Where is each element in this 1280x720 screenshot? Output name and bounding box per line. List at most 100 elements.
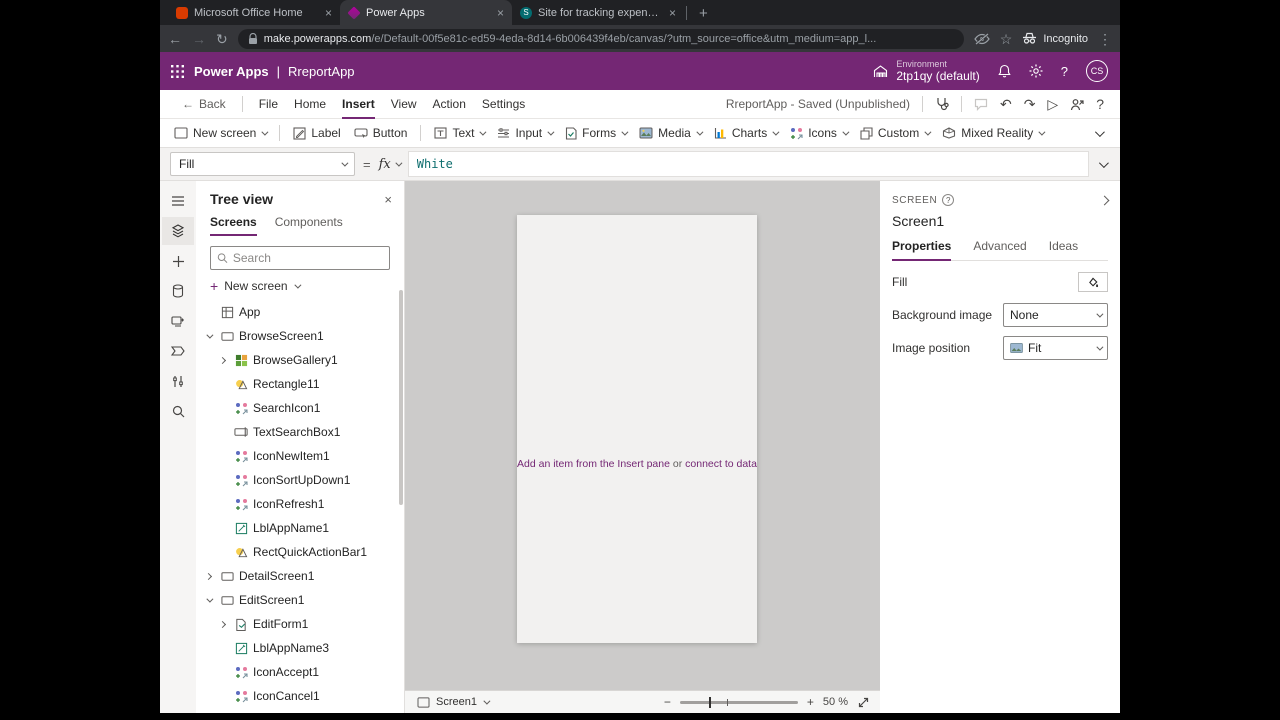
tree-item-icon-control[interactable]: SearchIcon1 [196, 396, 404, 420]
redo-icon[interactable]: ↷ [1024, 96, 1036, 113]
custom-menu[interactable]: Custom [860, 126, 932, 140]
tab-screens[interactable]: Screens [210, 215, 257, 236]
chevron-collapsed-icon[interactable] [218, 356, 227, 364]
media-menu[interactable]: Media [639, 126, 704, 140]
canvas-workspace[interactable]: Add an item from the Insert pane or conn… [405, 181, 880, 713]
menu-insert[interactable]: Insert [342, 95, 375, 119]
zoom-slider-handle[interactable] [708, 696, 712, 708]
reload-icon[interactable]: ↻ [216, 32, 228, 46]
comments-icon[interactable] [974, 98, 988, 111]
chevron-collapsed-icon[interactable] [218, 620, 227, 628]
new-screen-button[interactable]: New screen [174, 126, 269, 140]
chevron-expanded-icon[interactable] [206, 331, 214, 339]
new-tab-button[interactable]: + [693, 5, 714, 22]
screen-selector[interactable]: Screen1 [417, 696, 491, 708]
mixed-reality-menu[interactable]: Mixed Reality [942, 126, 1046, 140]
image-position-select[interactable]: Fit [1003, 336, 1108, 360]
menu-home[interactable]: Home [294, 95, 326, 113]
tree-item-screen[interactable]: DetailScreen1 [196, 564, 404, 588]
background-image-select[interactable]: None [1003, 303, 1108, 327]
property-selector[interactable]: Fill [170, 152, 355, 176]
tree-item-textbox[interactable]: TextSearchBox1 [196, 420, 404, 444]
menu-action[interactable]: Action [433, 95, 466, 113]
tree-item-label-control[interactable]: LblAppName3 [196, 636, 404, 660]
back-icon[interactable]: ← [168, 32, 182, 46]
tree-scrollbar[interactable] [399, 290, 403, 505]
tree-item-icon-control[interactable]: IconNewItem1 [196, 444, 404, 468]
tab-properties[interactable]: Properties [892, 239, 952, 261]
panel-expand-chevron-icon[interactable] [1099, 191, 1110, 209]
new-screen-button-tree[interactable]: + New screen [196, 276, 404, 300]
menu-view[interactable]: View [391, 95, 417, 113]
label-button[interactable]: Label [293, 126, 341, 140]
tab-close-icon[interactable]: × [497, 6, 504, 20]
input-menu[interactable]: Input [497, 126, 555, 140]
chevron-expanded-icon[interactable] [206, 595, 214, 603]
waffle-menu-icon[interactable] [160, 52, 194, 90]
tree-item-icon-control[interactable]: IconRefresh1 [196, 492, 404, 516]
search-rail-icon[interactable] [162, 397, 194, 425]
tab-close-icon[interactable]: × [325, 6, 332, 20]
help-circle-icon[interactable]: ? [942, 194, 955, 206]
back-button[interactable]: ← Back [182, 97, 226, 111]
tree-item-form[interactable]: EditForm1 [196, 612, 404, 636]
fit-to-window-icon[interactable] [857, 696, 870, 709]
connect-to-data-link[interactable]: connect to data [685, 458, 757, 470]
data-icon[interactable] [162, 277, 194, 305]
tab-power-apps[interactable]: Power Apps × [340, 0, 512, 25]
share-icon[interactable] [1070, 98, 1084, 111]
tab-advanced[interactable]: Advanced [973, 239, 1026, 260]
tab-office-home[interactable]: Microsoft Office Home × [168, 0, 340, 25]
chevron-collapsed-icon[interactable] [204, 572, 213, 580]
tree-item-screen[interactable]: EditScreen1 [196, 588, 404, 612]
media-rail-icon[interactable] [162, 307, 194, 335]
browser-menu-icon[interactable]: ⋮ [1098, 32, 1112, 46]
tree-item-shape[interactable]: RectQuickActionBar3 [196, 708, 404, 713]
help-icon[interactable]: ? [1096, 96, 1104, 112]
preview-play-icon[interactable]: ▷ [1047, 96, 1058, 113]
tree-item-icon-control[interactable]: IconCancel1 [196, 684, 404, 708]
formula-input[interactable] [407, 151, 1089, 177]
forward-icon[interactable]: → [192, 32, 206, 46]
tree-item-app[interactable]: App [196, 300, 404, 324]
zoom-in-icon[interactable]: + [807, 695, 814, 709]
icons-menu[interactable]: Icons [790, 126, 850, 140]
help-icon[interactable]: ? [1061, 64, 1068, 79]
tree-item-shape[interactable]: Rectangle11 [196, 372, 404, 396]
charts-menu[interactable]: Charts [714, 126, 780, 140]
collapse-menu-icon[interactable] [162, 187, 194, 215]
insert-plus-icon[interactable] [162, 247, 194, 275]
tree-item-gallery[interactable]: BrowseGallery1 [196, 348, 404, 372]
fill-color-swatch[interactable] [1078, 272, 1108, 292]
tab-components[interactable]: Components [275, 215, 343, 236]
settings-gear-icon[interactable] [1029, 64, 1043, 78]
fx-selector[interactable]: fx [379, 157, 403, 172]
tree-item-shape[interactable]: RectQuickActionBar1 [196, 540, 404, 564]
insert-pane-link[interactable]: Add an item from the Insert pane [517, 458, 670, 470]
bookmark-star-icon[interactable]: ☆ [1000, 32, 1013, 46]
menu-settings[interactable]: Settings [482, 95, 525, 113]
undo-icon[interactable]: ↶ [1000, 96, 1012, 113]
tree-item-icon-control[interactable]: IconAccept1 [196, 660, 404, 684]
tree-item-label-control[interactable]: LblAppName1 [196, 516, 404, 540]
tree-search-box[interactable] [210, 246, 390, 270]
forms-menu[interactable]: Forms [565, 126, 629, 140]
tab-ideas[interactable]: Ideas [1049, 239, 1078, 260]
search-input[interactable] [232, 251, 383, 265]
tree-item-screen[interactable]: BrowseScreen1 [196, 324, 404, 348]
formula-expand-chevron-icon[interactable] [1098, 157, 1109, 168]
zoom-out-icon[interactable]: − [664, 695, 671, 709]
screen-artboard[interactable]: Add an item from the Insert pane or conn… [517, 215, 757, 643]
notifications-bell-icon[interactable] [998, 64, 1011, 78]
address-bar[interactable]: make.powerapps.com/e/Default-00f5e81c-ed… [237, 28, 964, 49]
tab-expenses-site[interactable]: S Site for tracking expenses × [512, 0, 684, 25]
tab-close-icon[interactable]: × [669, 6, 676, 20]
tree-item-icon-control[interactable]: IconSortUpDown1 [196, 468, 404, 492]
zoom-slider[interactable] [679, 696, 798, 708]
menu-file[interactable]: File [259, 95, 278, 113]
app-checker-icon[interactable] [935, 97, 949, 111]
eye-off-icon[interactable] [974, 32, 990, 45]
environment-picker[interactable]: Environment 2tp1qy (default) [873, 59, 980, 83]
close-icon[interactable]: × [384, 192, 392, 207]
advanced-tools-icon[interactable] [162, 367, 194, 395]
